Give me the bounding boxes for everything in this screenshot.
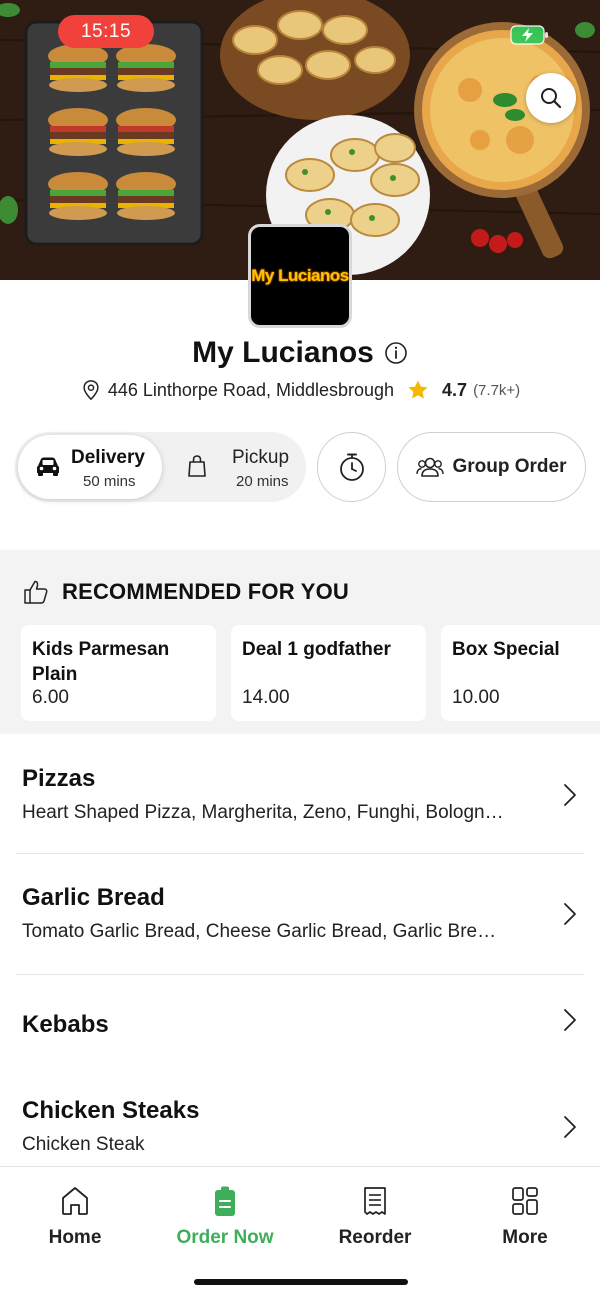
delivery-pickup-toggle: Delivery 50 mins Pickup 20 mins (15, 432, 306, 502)
nav-home[interactable]: Home (0, 1185, 150, 1249)
nav-more[interactable]: More (450, 1185, 600, 1249)
category-name: Pizzas (22, 765, 96, 792)
recommended-item-name: Deal 1 godfather (242, 639, 391, 660)
group-icon (416, 457, 445, 477)
battery-charging-icon (510, 25, 548, 45)
recommended-item-price: 14.00 (242, 687, 290, 708)
shopping-bag-icon (188, 455, 206, 477)
category-description: Chicken Steak (22, 1134, 145, 1155)
category-row-pizzas[interactable]: Pizzas Heart Shaped Pizza, Margherita, Z… (0, 735, 600, 853)
delivery-time: 50 mins (83, 473, 136, 490)
nav-order-now[interactable]: Order Now (150, 1185, 300, 1249)
restaurant-address: 446 Linthorpe Road, Middlesbrough (107, 379, 395, 400)
category-name: Chicken Steaks (22, 1097, 200, 1124)
recommended-item-name: Kids Parmesan Plain (32, 639, 170, 685)
receipt-icon (364, 1187, 386, 1215)
star-icon (408, 380, 428, 399)
category-row-chicken-steaks[interactable]: Chicken Steaks Chicken Steak (0, 1068, 600, 1166)
nav-order-now-label: Order Now (176, 1227, 274, 1248)
category-description: Heart Shaped Pizza, Margherita, Zeno, Fu… (22, 802, 504, 823)
schedule-button[interactable] (317, 432, 386, 502)
nav-reorder[interactable]: Reorder (300, 1185, 450, 1249)
location-pin-icon (83, 380, 99, 401)
pickup-label: Pickup (232, 447, 290, 468)
info-icon[interactable] (384, 341, 408, 365)
recommended-card[interactable]: Box Special 10.00 (441, 625, 600, 721)
category-description: Tomato Garlic Bread, Cheese Garlic Bread… (22, 921, 497, 942)
recommended-item-name: Box Special (452, 639, 560, 660)
nav-more-label: More (502, 1227, 548, 1248)
recommended-card[interactable]: Kids Parmesan Plain 6.00 (21, 625, 216, 721)
stopwatch-icon (339, 453, 364, 481)
category-row-kebabs[interactable]: Kebabs (0, 975, 600, 1067)
nav-reorder-label: Reorder (338, 1227, 412, 1248)
recommended-item-price: 6.00 (32, 687, 69, 708)
category-row-garlic-bread[interactable]: Garlic Bread Tomato Garlic Bread, Cheese… (0, 854, 600, 974)
recommended-item-price: 10.00 (452, 687, 500, 708)
recommended-title: RECOMMENDED FOR YOU (62, 579, 349, 604)
thumbs-up-icon (24, 580, 48, 604)
chevron-right-icon (564, 903, 576, 925)
logo-text: My Lucianos (251, 266, 349, 285)
review-count: (7.7k+) (473, 381, 521, 399)
category-name: Garlic Bread (22, 884, 165, 911)
home-icon (62, 1187, 88, 1215)
delivery-option[interactable]: Delivery 50 mins (18, 435, 162, 499)
restaurant-title-row: My Lucianos (0, 336, 600, 370)
chevron-right-icon (564, 784, 576, 806)
group-order-button[interactable]: Group Order (397, 432, 586, 502)
delivery-label: Delivery (71, 447, 145, 468)
restaurant-name: My Lucianos (192, 336, 374, 369)
grid-icon (512, 1187, 538, 1215)
order-icon (215, 1186, 235, 1216)
restaurant-logo: My Lucianos (248, 224, 352, 328)
chevron-right-icon (564, 1009, 576, 1031)
category-name: Kebabs (22, 1011, 109, 1038)
status-time: 15:15 (58, 15, 154, 48)
pickup-option[interactable]: Pickup 20 mins (165, 435, 303, 499)
search-button[interactable] (526, 73, 576, 123)
recommended-header: RECOMMENDED FOR YOU (22, 578, 349, 606)
group-order-label: Group Order (452, 456, 567, 477)
nav-home-label: Home (48, 1227, 102, 1248)
rating-value: 4.7 (442, 379, 468, 400)
pickup-time: 20 mins (236, 473, 289, 490)
home-indicator (194, 1279, 408, 1285)
address-row: 446 Linthorpe Road, Middlesbrough 4.7 (7… (0, 378, 600, 402)
chevron-right-icon (564, 1116, 576, 1138)
recommended-card[interactable]: Deal 1 godfather 14.00 (231, 625, 426, 721)
car-icon (37, 457, 59, 476)
search-icon (541, 88, 562, 109)
